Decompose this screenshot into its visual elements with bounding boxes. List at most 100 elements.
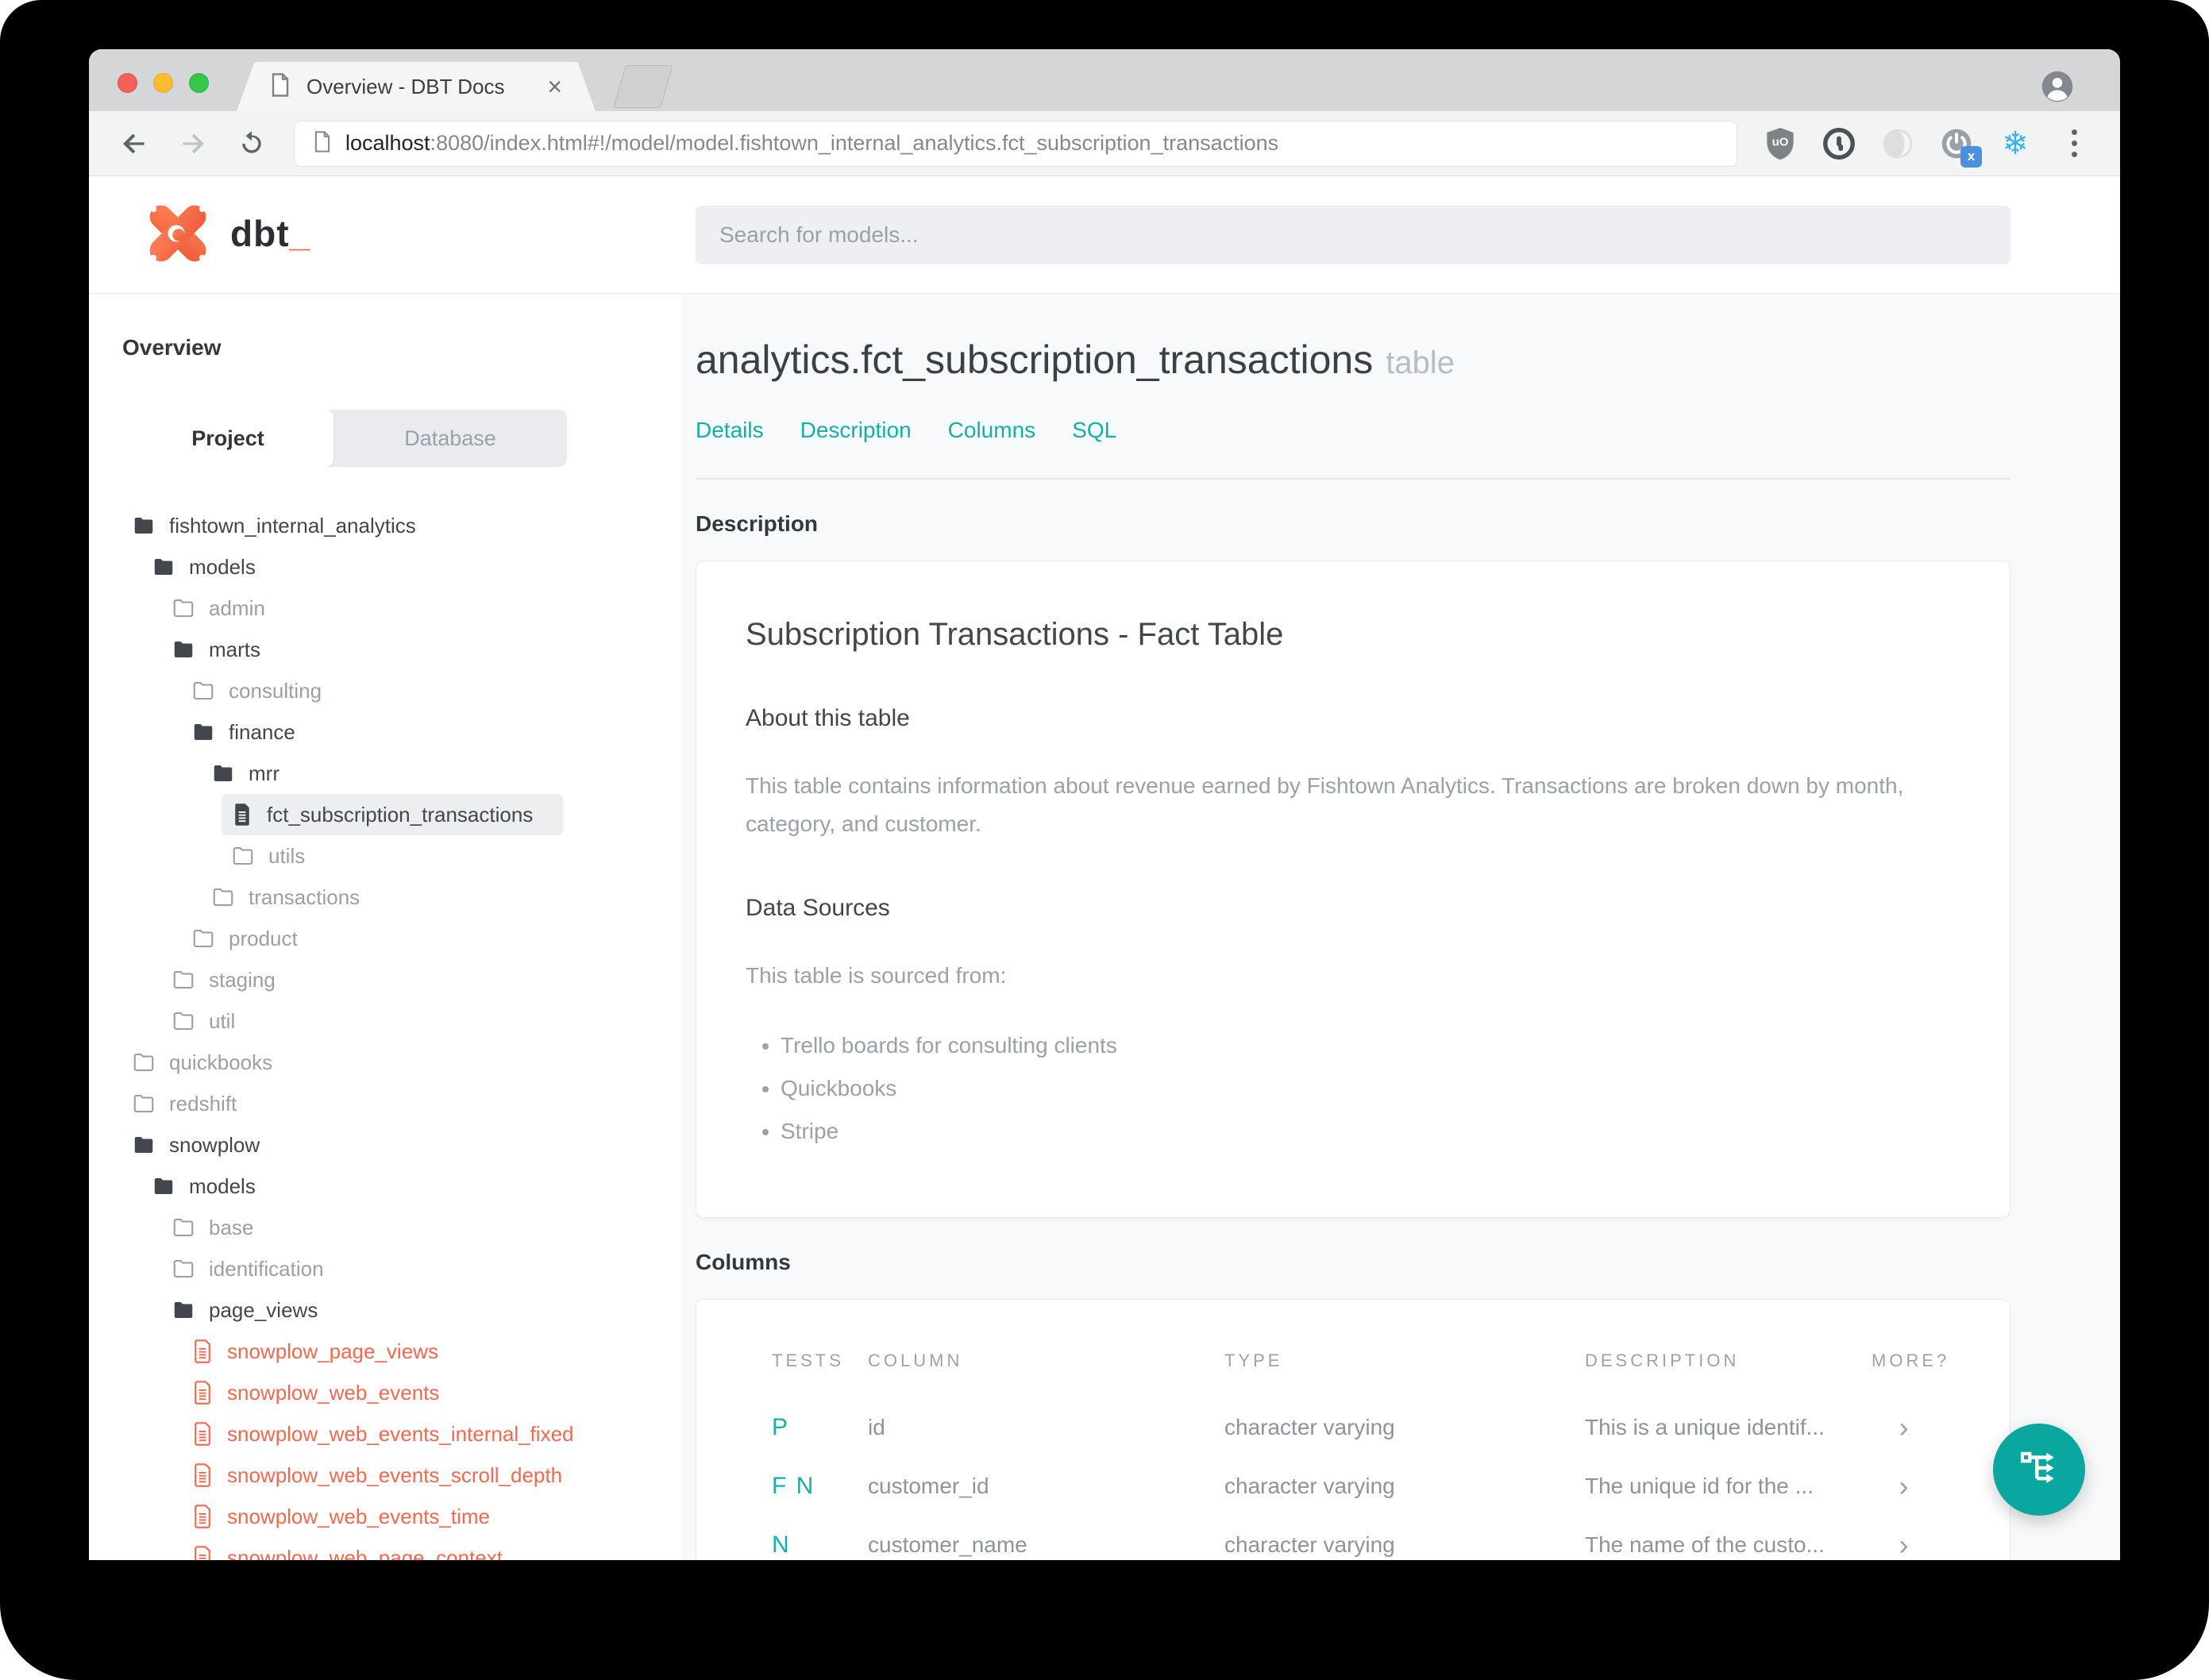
search-input[interactable] [696, 206, 2010, 264]
tree-item-label: snowplow_web_page_context [227, 1545, 503, 1561]
tree-item-snowplow_page_views[interactable]: snowplow_page_views [182, 1331, 468, 1372]
tree-item-label: fct_subscription_transactions [267, 802, 534, 827]
search-bar [696, 206, 2010, 264]
row-expand-chevron-icon[interactable]: › [1872, 1516, 1936, 1560]
about-heading: About this table [746, 705, 910, 731]
onepassword-icon[interactable] [1822, 126, 1856, 161]
url-page-icon [314, 130, 331, 156]
tree-item-label: snowplow_web_events_time [227, 1504, 490, 1528]
tree-item-snowplow[interactable]: snowplow [122, 1124, 290, 1166]
tree-item-fishtown_internal_analytics[interactable]: fishtown_internal_analytics [122, 505, 446, 546]
snowflake-icon[interactable]: ❄ [1998, 126, 2033, 161]
page-favicon-icon [270, 72, 291, 101]
tree-item-product[interactable]: product [182, 918, 328, 959]
new-tab-button[interactable] [613, 65, 673, 108]
anchor-link-columns[interactable]: Columns [948, 418, 1035, 443]
row-expand-chevron-icon[interactable]: › [1872, 1457, 1936, 1516]
minimize-window-button[interactable] [153, 73, 173, 93]
tree-item-utils[interactable]: utils [222, 835, 335, 877]
anchor-link-sql[interactable]: SQL [1072, 418, 1116, 443]
tree-item-quickbooks[interactable]: quickbooks [122, 1042, 303, 1083]
table-row-id[interactable]: Pid character varying This is a unique ide… [772, 1398, 1936, 1457]
folder-closed-icon [191, 679, 215, 703]
cell-description: The name of the custo... [1585, 1532, 1825, 1557]
tree-item-label: fishtown_internal_analytics [169, 513, 416, 538]
tree-item-base[interactable]: base [162, 1207, 283, 1248]
tree-item-label: snowplow [169, 1132, 260, 1157]
tree-item-snowplow_web_events_scroll_depth[interactable]: snowplow_web_events_scroll_depth [182, 1455, 592, 1496]
extension-icons: uO x ❄ [1763, 126, 2091, 168]
row-expand-chevron-icon[interactable]: › [1872, 1398, 1936, 1457]
cell-tests: P [772, 1413, 790, 1440]
columns-table-body: Pid character varying This is a unique ide… [772, 1398, 1936, 1560]
anchor-link-description[interactable]: Description [800, 418, 912, 443]
close-window-button[interactable] [118, 73, 137, 93]
sidebar: Overview Project Database fishtown_inter… [89, 294, 681, 1560]
tree-item-marts[interactable]: marts [162, 629, 291, 670]
tab-database[interactable]: Database [333, 410, 567, 467]
opera-icon[interactable] [1880, 126, 1915, 161]
cell-description: This is a unique identif... [1585, 1414, 1825, 1439]
tree-item-label: page_views [209, 1297, 318, 1322]
browser-tab[interactable]: Overview - DBT Docs × [237, 62, 596, 111]
tree-item-fct_subscription_transactions[interactable]: fct_subscription_transactions [222, 794, 564, 835]
tree-item-identification[interactable]: identification [162, 1248, 354, 1289]
column-header-tests: TESTS [772, 1350, 844, 1370]
tree-item-label: mrr [249, 761, 279, 785]
folder-closed-icon [231, 844, 255, 868]
file-outline-icon [191, 1381, 214, 1404]
tree-item-admin[interactable]: admin [162, 588, 295, 629]
tree-item-finance[interactable]: finance [182, 711, 326, 753]
dbt-logo[interactable]: dbt_ [141, 197, 310, 270]
tree-item-page_views[interactable]: page_views [162, 1289, 348, 1331]
tree-item-util[interactable]: util [162, 1000, 265, 1042]
column-header-description: DESCRIPTION [1585, 1350, 1740, 1370]
table-row-customer_name[interactable]: Ncustomer_name character varying The name … [772, 1516, 1936, 1560]
folder-open-icon [152, 1174, 175, 1198]
tree-item-label: admin [209, 595, 265, 620]
tree-item-snowplow_web_page_context[interactable]: snowplow_web_page_context [182, 1537, 533, 1560]
tree-item-staging[interactable]: staging [162, 959, 306, 1000]
tab-close-icon[interactable]: × [547, 74, 562, 99]
tree-item-redshift[interactable]: redshift [122, 1083, 267, 1124]
url-host: localhost [345, 131, 430, 155]
source-list-item: Trello boards for consulting clients [781, 1033, 1960, 1058]
tree-item-mrr[interactable]: mrr [202, 753, 310, 794]
table-row-customer_id[interactable]: F N customer_id character varying The uniqu… [772, 1457, 1936, 1516]
file-outline-icon [191, 1422, 214, 1446]
tree-item-models[interactable]: models [142, 1166, 286, 1207]
anchor-link-details[interactable]: Details [696, 418, 764, 443]
tree-item-consulting[interactable]: consulting [182, 670, 352, 711]
power-x-icon[interactable]: x [1939, 126, 1982, 168]
tree-item-transactions[interactable]: transactions [202, 877, 390, 918]
sources-heading: Data Sources [746, 895, 890, 922]
tree-item-label: snowplow_web_events_internal_fixed [227, 1421, 574, 1446]
back-icon[interactable] [118, 127, 151, 160]
file-outline-icon [191, 1505, 214, 1528]
forward-icon[interactable] [176, 127, 210, 160]
columns-card: TESTS COLUMN TYPE DESCRIPTION MORE? Pid chara… [696, 1298, 2010, 1560]
tree-item-models[interactable]: models [142, 546, 286, 588]
cell-tests: N [772, 1531, 791, 1558]
cell-type: character varying [1224, 1473, 1395, 1498]
tab-title: Overview - DBT Docs [306, 74, 505, 98]
tree-item-label: product [229, 926, 298, 950]
card-heading: Subscription Transactions - Fact Table [746, 617, 1284, 652]
ublock-shield-icon[interactable]: uO [1763, 126, 1798, 161]
zoom-window-button[interactable] [189, 73, 209, 93]
tree-item-snowplow_web_events_time[interactable]: snowplow_web_events_time [182, 1496, 520, 1537]
tree-item-snowplow_web_events[interactable]: snowplow_web_events [182, 1372, 469, 1413]
app-header: dbt_ [89, 176, 2120, 294]
tab-project[interactable]: Project [122, 410, 333, 467]
tree-item-snowplow_web_events_internal_fixed[interactable]: snowplow_web_events_internal_fixed [182, 1413, 604, 1455]
menu-kebab-icon[interactable] [2057, 126, 2091, 161]
tree-item-label: snowplow_page_views [227, 1339, 438, 1363]
view-lineage-button[interactable] [1993, 1424, 2085, 1516]
url-bar[interactable]: localhost:8080/index.html#!/model/model.… [294, 120, 1737, 167]
reload-icon[interactable] [235, 127, 268, 160]
screenshot-frame: Overview - DBT Docs × localhost:8080/ind… [0, 0, 2209, 1680]
folder-open-icon [132, 1133, 156, 1157]
divider [696, 478, 2010, 480]
browser-profile-avatar[interactable] [2041, 70, 2074, 103]
folder-closed-icon [132, 1092, 156, 1116]
